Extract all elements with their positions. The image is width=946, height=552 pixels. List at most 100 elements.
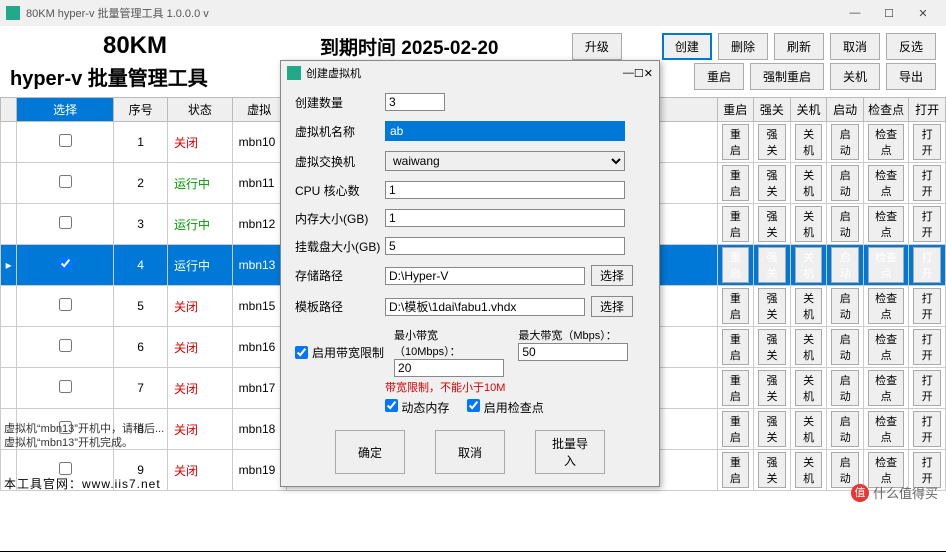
restart-all-button[interactable]: 重启 <box>694 63 744 90</box>
store-choose-button[interactable]: 选择 <box>591 265 633 286</box>
dialog-cancel-button[interactable]: 取消 <box>435 430 505 474</box>
bw-min-input[interactable] <box>394 359 504 377</box>
upgrade-button[interactable]: 升级 <box>572 33 622 60</box>
switch-select[interactable]: waiwang <box>385 151 625 171</box>
row-restart-button[interactable]: 重启 <box>722 124 750 160</box>
vm-name-input[interactable] <box>385 121 625 141</box>
row-checkbox[interactable] <box>17 327 114 368</box>
row-shutdown-button[interactable]: 关机 <box>795 206 823 242</box>
row-start-button[interactable]: 启动 <box>831 411 859 447</box>
row-checkpoint-button[interactable]: 检查点 <box>868 247 904 283</box>
row-checkbox[interactable] <box>17 122 114 163</box>
row-restart-button[interactable]: 重启 <box>722 165 750 201</box>
col-start[interactable]: 启动 <box>827 98 864 122</box>
row-force-button[interactable]: 强关 <box>758 370 786 406</box>
row-start-button[interactable]: 启动 <box>831 370 859 406</box>
row-force-button[interactable]: 强关 <box>758 452 786 488</box>
row-force-button[interactable]: 强关 <box>758 411 786 447</box>
col-shutdown[interactable]: 关机 <box>790 98 827 122</box>
force-restart-button[interactable]: 强制重启 <box>750 63 824 90</box>
row-open-button[interactable]: 打开 <box>913 411 941 447</box>
dialog-import-button[interactable]: 批量导入 <box>535 430 605 474</box>
row-checkpoint-button[interactable]: 检查点 <box>868 124 904 160</box>
shutdown-all-button[interactable]: 关机 <box>830 63 880 90</box>
row-restart-button[interactable]: 重启 <box>722 329 750 365</box>
col-vm[interactable]: 虚拟 <box>232 98 286 122</box>
row-checkpoint-button[interactable]: 检查点 <box>868 165 904 201</box>
col-force[interactable]: 强关 <box>754 98 791 122</box>
row-open-button[interactable]: 打开 <box>913 247 941 283</box>
bandwidth-checkbox[interactable] <box>295 346 308 359</box>
row-start-button[interactable]: 启动 <box>831 288 859 324</box>
disk-input[interactable] <box>385 237 625 255</box>
col-restart[interactable]: 重启 <box>717 98 754 122</box>
row-force-button[interactable]: 强关 <box>758 247 786 283</box>
row-checkpoint-button[interactable]: 检查点 <box>868 288 904 324</box>
footer-link[interactable]: 本工具官网：www.iis7.net <box>4 475 161 492</box>
invert-button[interactable]: 反选 <box>886 33 936 60</box>
row-restart-button[interactable]: 重启 <box>722 370 750 406</box>
bw-max-input[interactable] <box>518 343 628 361</box>
row-force-button[interactable]: 强关 <box>758 329 786 365</box>
checkpoint-checkbox[interactable]: 启用检查点 <box>467 399 543 416</box>
row-force-button[interactable]: 强关 <box>758 165 786 201</box>
row-open-button[interactable]: 打开 <box>913 206 941 242</box>
delete-button[interactable]: 删除 <box>718 33 768 60</box>
col-status[interactable]: 状态 <box>168 98 233 122</box>
row-checkpoint-button[interactable]: 检查点 <box>868 411 904 447</box>
col-select[interactable]: 选择 <box>17 98 114 122</box>
row-shutdown-button[interactable]: 关机 <box>795 288 823 324</box>
row-checkbox[interactable] <box>17 368 114 409</box>
row-checkbox[interactable] <box>17 163 114 204</box>
row-force-button[interactable]: 强关 <box>758 124 786 160</box>
close-button[interactable]: ✕ <box>906 7 940 20</box>
col-open[interactable]: 打开 <box>909 98 946 122</box>
cpu-input[interactable] <box>385 181 625 199</box>
dialog-close-button[interactable]: ✕ <box>644 67 653 80</box>
row-open-button[interactable]: 打开 <box>913 124 941 160</box>
row-checkbox[interactable] <box>17 245 114 286</box>
dialog-ok-button[interactable]: 确定 <box>335 430 405 474</box>
row-restart-button[interactable]: 重启 <box>722 206 750 242</box>
store-path-input[interactable] <box>385 267 585 285</box>
row-start-button[interactable]: 启动 <box>831 247 859 283</box>
row-checkpoint-button[interactable]: 检查点 <box>868 206 904 242</box>
row-restart-button[interactable]: 重启 <box>722 452 750 488</box>
row-checkbox[interactable] <box>17 204 114 245</box>
template-choose-button[interactable]: 选择 <box>591 296 633 317</box>
refresh-button[interactable]: 刷新 <box>774 33 824 60</box>
row-shutdown-button[interactable]: 关机 <box>795 124 823 160</box>
create-button[interactable]: 创建 <box>662 33 712 60</box>
row-restart-button[interactable]: 重启 <box>722 247 750 283</box>
row-restart-button[interactable]: 重启 <box>722 288 750 324</box>
maximize-button[interactable]: ☐ <box>872 7 906 20</box>
col-seq[interactable]: 序号 <box>114 98 168 122</box>
minimize-button[interactable]: — <box>838 7 872 19</box>
col-checkpoint[interactable]: 检查点 <box>864 98 909 122</box>
row-open-button[interactable]: 打开 <box>913 165 941 201</box>
row-open-button[interactable]: 打开 <box>913 329 941 365</box>
row-shutdown-button[interactable]: 关机 <box>795 411 823 447</box>
memory-input[interactable] <box>385 209 625 227</box>
row-shutdown-button[interactable]: 关机 <box>795 329 823 365</box>
row-start-button[interactable]: 启动 <box>831 124 859 160</box>
row-checkpoint-button[interactable]: 检查点 <box>868 329 904 365</box>
export-button[interactable]: 导出 <box>886 63 936 90</box>
row-open-button[interactable]: 打开 <box>913 370 941 406</box>
template-path-input[interactable] <box>385 298 585 316</box>
row-open-button[interactable]: 打开 <box>913 288 941 324</box>
row-start-button[interactable]: 启动 <box>831 206 859 242</box>
row-start-button[interactable]: 启动 <box>831 165 859 201</box>
row-force-button[interactable]: 强关 <box>758 288 786 324</box>
row-shutdown-button[interactable]: 关机 <box>795 165 823 201</box>
row-force-button[interactable]: 强关 <box>758 206 786 242</box>
row-shutdown-button[interactable]: 关机 <box>795 370 823 406</box>
count-input[interactable] <box>385 93 445 111</box>
row-checkbox[interactable] <box>17 286 114 327</box>
row-shutdown-button[interactable]: 关机 <box>795 452 823 488</box>
dialog-minimize-button[interactable]: — <box>623 67 634 79</box>
cancel-button[interactable]: 取消 <box>830 33 880 60</box>
row-checkpoint-button[interactable]: 检查点 <box>868 370 904 406</box>
row-shutdown-button[interactable]: 关机 <box>795 247 823 283</box>
row-start-button[interactable]: 启动 <box>831 329 859 365</box>
